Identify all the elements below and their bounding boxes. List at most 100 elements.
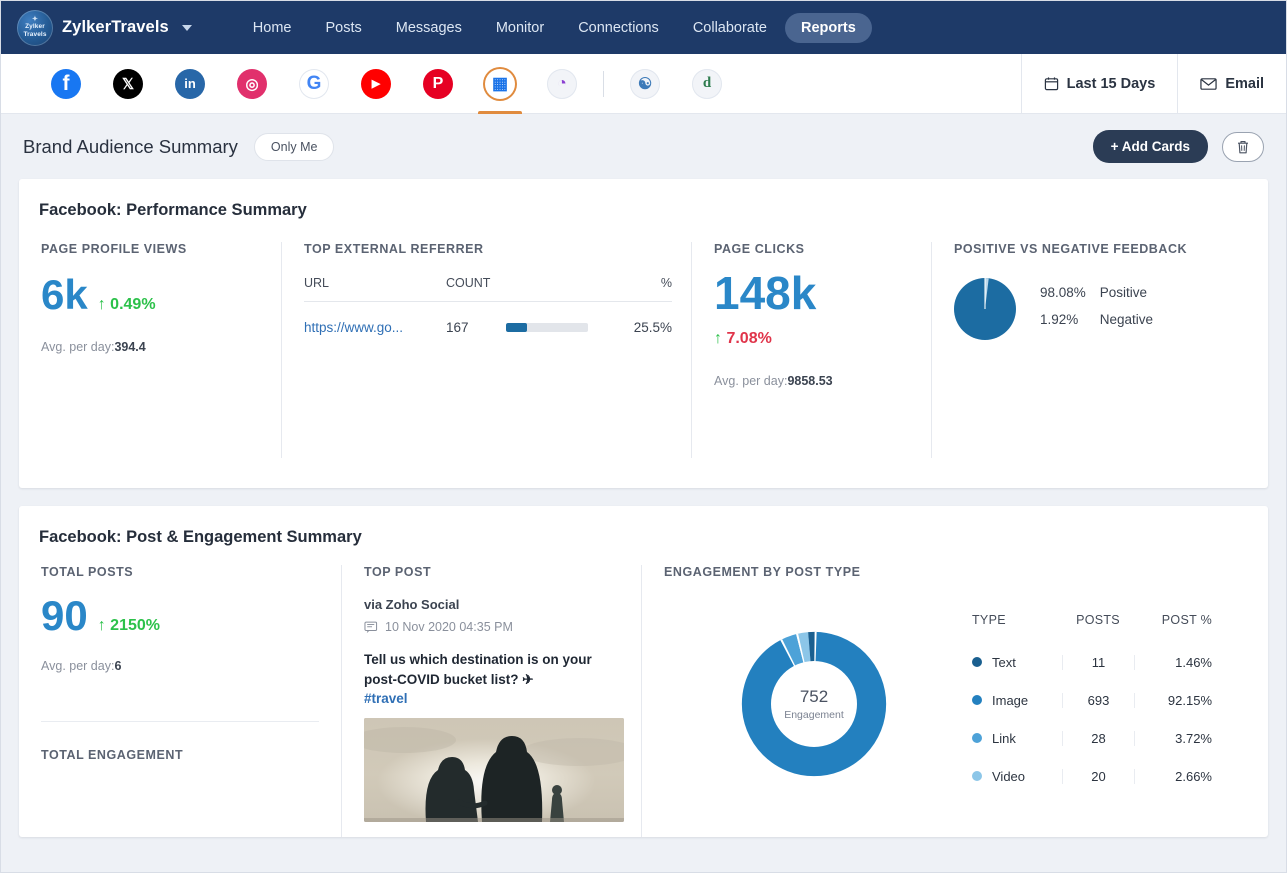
delta-value-page-clicks: 7.08% xyxy=(726,330,772,347)
post-type-cell-posts: 693 xyxy=(1062,692,1134,708)
card-title-post-engagement: Facebook: Post & Engagement Summary xyxy=(39,528,362,546)
avg-value-views: 394.4 xyxy=(114,340,146,354)
table-row: Video 20 2.66% xyxy=(972,757,1218,795)
calendar-icon xyxy=(1044,77,1058,91)
instagram-icon: ◎ xyxy=(237,68,267,99)
post-type-cell-pct: 3.72% xyxy=(1134,730,1218,746)
metric-feedback: POSITIVE VS NEGATIVE FEEDBACK 98.08% Pos… xyxy=(931,242,1268,458)
chevron-down-icon[interactable] xyxy=(181,24,192,31)
channel-facebook[interactable]: f xyxy=(35,54,97,114)
referrer-url-link[interactable]: https://www.go... xyxy=(304,320,403,335)
post-type-name: Image xyxy=(992,692,1029,708)
nav-item-posts[interactable]: Posts xyxy=(309,13,377,43)
nav-item-connections[interactable]: Connections xyxy=(562,13,675,43)
post-type-col-pct: POST % xyxy=(1161,613,1212,627)
referrer-bar xyxy=(506,323,616,332)
post-type-col-type: TYPE xyxy=(972,613,1006,627)
post-type-cell-posts: 11 xyxy=(1062,654,1134,670)
linkedin-icon: in xyxy=(175,68,205,99)
metric-engagement-by-post-type: ENGAGEMENT BY POST TYPE 752 Engagement T… xyxy=(641,565,1268,837)
avg-label-clicks: Avg. per day: xyxy=(714,374,788,388)
nav-item-reports[interactable]: Reports xyxy=(784,12,872,43)
delete-dashboard-button[interactable] xyxy=(1222,131,1264,162)
channel-x-twitter[interactable]: 𝕏 xyxy=(97,54,159,114)
referrer-count-value: 167 xyxy=(446,320,469,335)
feedback-negative-label: Negative xyxy=(1099,311,1154,327)
top-post-image xyxy=(364,718,624,823)
avg-per-day-total-posts: Avg. per day:6 xyxy=(41,659,319,673)
channel-analytics[interactable]: ◔ xyxy=(531,54,593,114)
donut-chart-container: 752 Engagement xyxy=(664,629,964,779)
table-row: Link 28 3.72% xyxy=(972,719,1218,757)
avg-label-views: Avg. per day: xyxy=(41,340,115,354)
channel-dashboard-grid[interactable]: ▦ xyxy=(469,54,531,114)
channel-linkedin[interactable]: in xyxy=(159,54,221,114)
donut-center-caption: Engagement xyxy=(784,709,844,721)
post-type-table-header: TYPE POSTS POST % xyxy=(972,613,1218,643)
value-total-posts: 90 xyxy=(41,592,88,639)
metric-top-external-referrer: TOP EXTERNAL REFERRER URL COUNT % https:… xyxy=(281,242,691,458)
post-type-name: Text xyxy=(992,654,1016,670)
channel-link-chain[interactable]: ☯ xyxy=(614,54,676,114)
add-cards-button[interactable]: + Add Cards xyxy=(1092,130,1208,163)
couple-silhouette-sunset-photo xyxy=(364,718,624,823)
feedback-positive-label: Positive xyxy=(1099,284,1148,300)
card-performance-summary: Facebook: Performance Summary PAGE PROFI… xyxy=(19,179,1268,488)
legend-positive: 98.08% Positive xyxy=(1040,285,1153,300)
post-type-cell-type: Text xyxy=(972,655,1062,670)
top-post-timestamp-row: 10 Nov 2020 04:35 PM xyxy=(364,620,619,634)
legend-dot-icon xyxy=(972,771,982,781)
post-engagement-row: TOTAL POSTS 90 ↑ 2150% Avg. per day:6 TO… xyxy=(19,547,1268,837)
channel-instagram[interactable]: ◎ xyxy=(221,54,283,114)
arrow-up-icon: ↑ xyxy=(714,330,722,347)
metric-label-total-engagement: TOTAL ENGAGEMENT xyxy=(41,748,184,762)
envelope-icon xyxy=(1200,77,1217,90)
app-window: ✦ Zylker Travels ZylkerTravels Home Post… xyxy=(0,0,1287,873)
post-type-name: Link xyxy=(992,730,1016,746)
page-title: Brand Audience Summary xyxy=(23,135,238,157)
avg-label-posts: Avg. per day: xyxy=(41,659,115,673)
referrer-table: URL COUNT % https://www.go... 167 25.5% xyxy=(304,276,672,335)
avg-value-clicks: 9858.53 xyxy=(787,374,833,388)
primary-nav: Home Posts Messages Monitor Connections … xyxy=(237,12,872,43)
metric-page-profile-views: PAGE PROFILE VIEWS 6k ↑ 0.49% Avg. per d… xyxy=(19,242,281,458)
channel-youtube[interactable]: ▶ xyxy=(345,54,407,114)
donut-center-label: 752 Engagement xyxy=(771,661,857,747)
card-post-engagement-summary: Facebook: Post & Engagement Summary TOTA… xyxy=(19,506,1268,837)
metric-page-clicks: PAGE CLICKS 148k ↑ 7.08% Avg. per day:98… xyxy=(691,242,931,458)
channel-google-business[interactable]: G xyxy=(283,54,345,114)
top-post-source: via Zoho Social xyxy=(364,597,460,612)
visibility-badge[interactable]: Only Me xyxy=(253,132,335,161)
legend-dot-icon xyxy=(972,657,982,667)
date-range-selector[interactable]: Last 15 Days xyxy=(1020,53,1178,114)
arrow-up-icon: ↑ xyxy=(97,617,106,634)
nav-item-home[interactable]: Home xyxy=(237,13,308,43)
top-post-hashtag[interactable]: #travel xyxy=(364,691,619,706)
top-post-timestamp: 10 Nov 2020 04:35 PM xyxy=(385,620,513,634)
zylker-travels-logo: ✦ Zylker Travels xyxy=(17,9,53,46)
legend-negative: 1.92% Negative xyxy=(1040,312,1153,327)
channel-pinterest[interactable]: P xyxy=(407,54,469,114)
engagement-donut-chart: 752 Engagement xyxy=(739,629,889,779)
nav-item-monitor[interactable]: Monitor xyxy=(480,13,560,43)
email-report-button[interactable]: Email xyxy=(1177,53,1286,114)
youtube-icon: ▶ xyxy=(361,68,391,99)
dashboard-cards: Facebook: Performance Summary PAGE PROFI… xyxy=(1,179,1286,837)
metric-total-posts: TOTAL POSTS 90 ↑ 2150% Avg. per day:6 TO… xyxy=(19,565,341,837)
post-type-cell-type: Link xyxy=(972,731,1062,746)
logo-line-2: Travels xyxy=(23,30,47,38)
channel-filter-bar: f 𝕏 in ◎ G ▶ P ▦ ◔ ☯ d Last 15 Days Emai… xyxy=(1,53,1286,114)
post-type-cell-pct: 1.46% xyxy=(1134,654,1218,670)
pinterest-icon: P xyxy=(423,68,453,99)
channel-zoho-desk[interactable]: d xyxy=(676,54,738,114)
referrer-col-url: URL xyxy=(304,276,330,290)
trash-icon xyxy=(1238,140,1248,153)
brand-block[interactable]: ✦ Zylker Travels ZylkerTravels xyxy=(17,9,192,46)
nav-item-messages[interactable]: Messages xyxy=(380,13,478,43)
pie-analytics-icon: ◔ xyxy=(547,68,577,99)
metric-top-post: TOP POST via Zoho Social 10 Nov 2020 04:… xyxy=(341,565,641,837)
nav-item-collaborate[interactable]: Collaborate xyxy=(677,13,783,43)
feedback-pie-chart xyxy=(954,278,1016,345)
engagement-chart-wrap: 752 Engagement TYPE POSTS POST % Text 11… xyxy=(664,613,1246,795)
avg-value-posts: 6 xyxy=(114,659,122,673)
